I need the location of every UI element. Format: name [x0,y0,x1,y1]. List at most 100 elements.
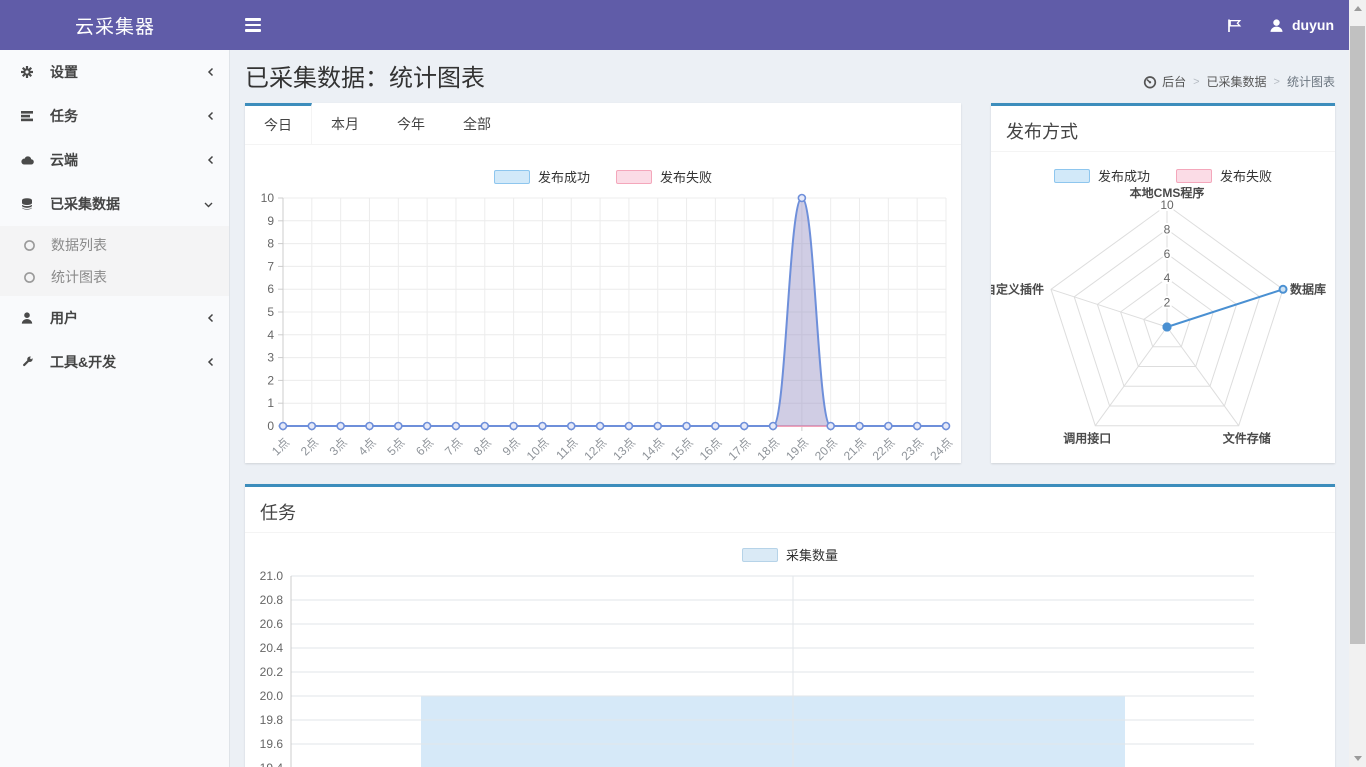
svg-text:10点: 10点 [524,435,552,462]
svg-text:21.0: 21.0 [260,569,284,583]
sidebar-item-label: 任务 [42,106,201,126]
svg-text:22点: 22点 [870,435,898,462]
legend-item-publish-success[interactable]: 发布成功 [494,167,590,186]
breadcrumb-home[interactable]: 后台 [1143,73,1186,90]
svg-text:24点: 24点 [927,435,955,462]
svg-text:9: 9 [267,214,274,228]
svg-text:6: 6 [267,282,274,296]
sidebar-item-label: 数据列表 [43,235,107,255]
svg-text:17点: 17点 [726,435,754,462]
sidebar-item-users[interactable]: 用户 [0,296,229,340]
legend-item-collect-count[interactable]: 采集数量 [742,545,838,564]
dashboard-icon [1143,75,1157,89]
svg-text:10: 10 [261,191,275,205]
content-header: 已采集数据：统计图表 后台 > 已采集数据 > 统计图表 [245,64,1335,103]
breadcrumb: 后台 > 已采集数据 > 统计图表 [1143,73,1335,90]
panel-title: 任务 [245,487,1335,533]
svg-text:19.4: 19.4 [260,761,284,767]
svg-text:2: 2 [267,373,274,387]
top-header: 云采集器 duyun [0,0,1366,50]
header-right: duyun [1226,0,1366,50]
publish-method-panel: 发布方式 发布成功 发布失败 246810本地CMS程序数据库文件存储调用接口自… [991,103,1335,463]
svg-text:2: 2 [1164,296,1171,310]
svg-text:19.8: 19.8 [260,713,284,727]
wrench-icon [20,355,42,369]
svg-text:3: 3 [267,351,274,365]
bar-chart: 21.020.820.620.420.220.019.819.619.419.2… [245,568,1335,767]
svg-text:20点: 20点 [812,435,840,462]
sidebar-item-collected-data[interactable]: 已采集数据 [0,182,229,226]
sidebar-item-label: 用户 [42,308,201,328]
svg-text:6点: 6点 [413,435,436,458]
chevron-left-icon [201,153,215,167]
chevron-left-icon [201,355,215,369]
svg-text:8: 8 [267,237,274,251]
scrollbar-thumb[interactable] [1350,26,1365,644]
svg-text:20.6: 20.6 [260,617,284,631]
sidebar: 设置 任务 云端 [0,50,230,767]
bottom-row: 任务 采集数量 21.020.820.620.420.220.019.819.6… [245,484,1335,767]
sidebar-item-cloud[interactable]: 云端 [0,138,229,182]
svg-text:0: 0 [267,419,274,433]
svg-text:15点: 15点 [668,435,696,462]
svg-text:20.4: 20.4 [260,641,284,655]
svg-text:4: 4 [267,328,274,342]
sidebar-item-label: 设置 [42,62,201,82]
svg-text:3点: 3点 [327,435,350,458]
legend-item-publish-fail[interactable]: 发布失败 [1176,166,1272,185]
legend-label: 发布失败 [660,167,712,186]
publish-stats-panel: 今日 本月 今年 全部 发布成功 发布失败 0123456789101点2点3点… [245,103,961,463]
svg-text:20.8: 20.8 [260,593,284,607]
svg-text:数据库: 数据库 [1290,281,1326,296]
vertical-scrollbar [1349,0,1366,767]
legend-item-publish-fail[interactable]: 发布失败 [616,167,712,186]
svg-text:2点: 2点 [298,435,321,458]
legend-label: 发布成功 [538,167,590,186]
sidebar-item-label: 已采集数据 [42,194,201,214]
user-menu[interactable]: duyun [1269,17,1334,33]
svg-text:1点: 1点 [269,435,292,458]
user-name: duyun [1292,17,1334,33]
circle-icon [23,271,43,284]
svg-text:8点: 8点 [471,435,494,458]
user-icon [20,311,42,325]
sidebar-item-settings[interactable]: 设置 [0,50,229,94]
svg-text:13点: 13点 [610,435,638,462]
hamburger-icon [245,18,261,21]
svg-text:10: 10 [1160,198,1174,212]
sidebar-item-data-list[interactable]: 数据列表 [0,229,229,261]
chevron-left-icon [201,311,215,325]
breadcrumb-collected-data[interactable]: 已采集数据 [1207,73,1267,90]
svg-text:7点: 7点 [442,435,465,458]
tab-today[interactable]: 今日 [245,103,312,144]
chevron-left-icon [201,65,215,79]
line-chart-legend: 发布成功 发布失败 [245,167,961,186]
tab-this-year[interactable]: 今年 [378,103,444,144]
scrollbar-up-button[interactable] [1349,0,1366,17]
svg-text:12点: 12点 [581,435,609,462]
scrollbar-down-button[interactable] [1349,750,1366,767]
tab-this-month[interactable]: 本月 [312,103,378,144]
legend-item-publish-success[interactable]: 发布成功 [1054,166,1150,185]
legend-label: 发布成功 [1098,166,1150,185]
svg-text:20.0: 20.0 [260,689,284,703]
svg-text:6: 6 [1164,247,1171,261]
svg-text:16点: 16点 [697,435,725,462]
sidebar-item-statistics-chart[interactable]: 统计图表 [0,261,229,293]
main-content: 已采集数据：统计图表 后台 > 已采集数据 > 统计图表 [230,50,1366,767]
svg-text:18点: 18点 [754,435,782,462]
svg-text:11点: 11点 [553,435,580,462]
tab-all[interactable]: 全部 [444,103,510,144]
svg-text:调用接口: 调用接口 [1063,431,1111,446]
svg-text:9点: 9点 [500,435,523,458]
radar-chart: 246810本地CMS程序数据库文件存储调用接口自定义插件 [991,187,1335,457]
sidebar-item-label: 工具&开发 [42,352,201,372]
app-logo[interactable]: 云采集器 [0,0,230,50]
flag-menu-button[interactable] [1226,18,1243,33]
sidebar-toggle-button[interactable] [230,0,275,50]
cloud-icon [20,153,42,167]
sidebar-item-tools-dev[interactable]: 工具&开发 [0,340,229,384]
breadcrumb-current: 统计图表 [1287,73,1335,90]
sidebar-item-tasks[interactable]: 任务 [0,94,229,138]
svg-text:4: 4 [1164,271,1171,285]
